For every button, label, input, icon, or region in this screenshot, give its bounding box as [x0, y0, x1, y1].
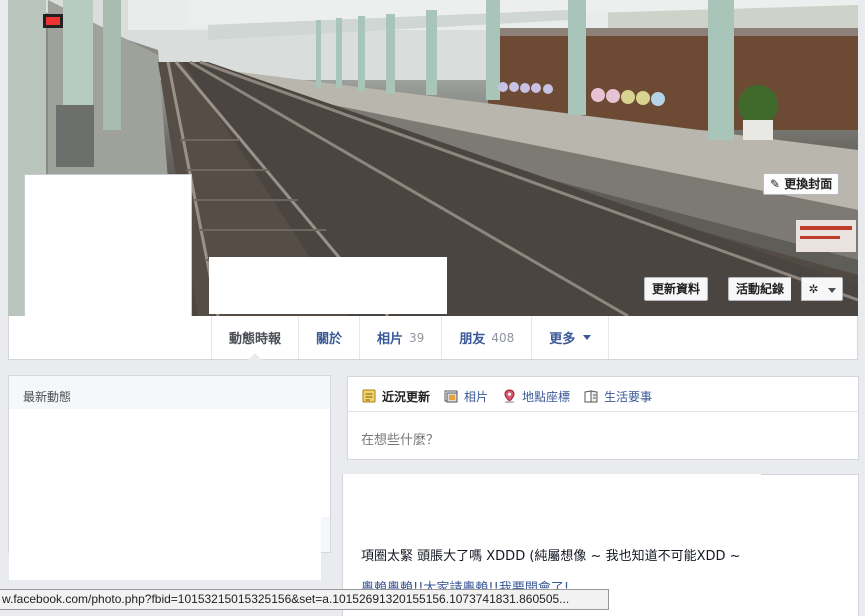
recent-activity-content [9, 409, 330, 517]
tab-friends-label: 朋友 [459, 332, 486, 347]
status-input[interactable]: 在想些什麼？ [361, 429, 439, 448]
tab-more[interactable]: 更多 [531, 316, 610, 359]
tab-timeline-label: 動態時報 [229, 332, 282, 347]
chevron-down-icon [583, 335, 592, 340]
update-info-button[interactable]: 更新資料 [644, 277, 709, 301]
recent-activity-box: 最新動態 [8, 375, 331, 580]
photo-icon [444, 389, 459, 404]
tab-photos-count: 39 [409, 330, 425, 345]
chevron-down-icon [827, 288, 836, 293]
composer-tab-status-label: 近況更新 [382, 390, 431, 404]
tab-more-label: 更多 [549, 332, 576, 347]
profile-tabs: 動態時報 關於 相片 39 朋友 408 更多 [211, 316, 610, 360]
post-text: 項圈太緊 頭脹大了嗎 XDDD (純屬想像 ~ 我也知道不可能XDD ~ [361, 549, 741, 564]
gear-icon: ✲ [808, 282, 819, 296]
tab-about-label: 關於 [316, 332, 343, 347]
activity-log-button[interactable]: 活動紀錄 [728, 277, 792, 301]
browser-status-bar: w.facebook.com/photo.php?fbid=1015321501… [0, 589, 609, 610]
tab-friends-count: 408 [491, 330, 515, 345]
composer-divider [348, 411, 858, 412]
recent-activity-content-lower [9, 517, 321, 580]
change-cover-button[interactable]: ✎ 更換封面 [763, 173, 840, 195]
post-header-redacted [343, 474, 761, 537]
tab-about[interactable]: 關於 [298, 316, 359, 359]
change-cover-label: 更換封面 [784, 177, 833, 191]
profile-name-redacted [209, 257, 447, 314]
status-url: w.facebook.com/photo.php?fbid=1015321501… [2, 592, 570, 606]
pencil-icon: ✎ [770, 177, 781, 191]
tab-photos[interactable]: 相片 39 [359, 316, 441, 359]
composer-tabs: 近況更新 相片 地點座標 生活要事 [362, 388, 652, 405]
composer-tab-life-event-label: 生活要事 [604, 390, 653, 404]
tab-photos-label: 相片 [377, 332, 404, 347]
status-composer: 近況更新 相片 地點座標 生活要事 在想些什麼？ [347, 376, 859, 460]
composer-tab-location-label: 地點座標 [522, 390, 571, 404]
tab-friends[interactable]: 朋友 408 [441, 316, 531, 359]
settings-dropdown-button[interactable]: ✲ [801, 277, 843, 301]
profile-tab-bar: 動態時報 關於 相片 39 朋友 408 更多 [8, 316, 858, 360]
update-info-label: 更新資料 [652, 282, 701, 296]
tab-timeline[interactable]: 動態時報 [211, 316, 298, 360]
status-icon [362, 389, 377, 404]
composer-tab-photo-label: 相片 [464, 390, 489, 404]
composer-tab-location[interactable]: 地點座標 [502, 388, 570, 405]
location-pin-icon [502, 389, 517, 404]
life-event-icon [584, 389, 599, 404]
composer-tab-status[interactable]: 近況更新 [362, 388, 430, 405]
activity-log-label: 活動紀錄 [736, 282, 785, 296]
recent-activity-title: 最新動態 [23, 390, 72, 404]
composer-tab-life-event[interactable]: 生活要事 [584, 388, 652, 405]
composer-tab-photo[interactable]: 相片 [444, 388, 488, 405]
